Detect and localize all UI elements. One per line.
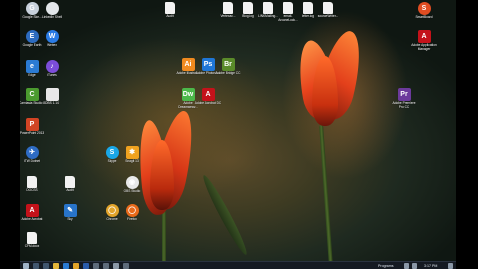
desktop-icon-label: ITW Dotnet <box>23 159 41 163</box>
acrobat-icon: A <box>25 204 39 217</box>
desktop-icon-blank-doc[interactable]: DOCSS <box>20 176 44 193</box>
acrobat-pro-icon: A <box>201 88 215 101</box>
desktop-icon-label: SmartBoard <box>415 15 433 19</box>
desktop-icon-label: PowerPoint 2013 <box>20 131 45 135</box>
blank-doc-icon <box>27 176 37 188</box>
chrome-taskbar-icon[interactable] <box>73 263 79 269</box>
edge-taskbar-icon[interactable] <box>63 263 69 269</box>
desktop-icon-label: Audit <box>66 188 74 192</box>
itwork-icon: ✈ <box>25 146 39 159</box>
desktop-icon-itunes[interactable]: ♪ iTunes <box>40 60 64 78</box>
itunes-icon: ♪ <box>45 60 59 73</box>
network-icon[interactable] <box>404 263 409 269</box>
desktop-icon-acrobat-pro[interactable]: A Adobe Acrobat DC <box>194 88 222 106</box>
dreamweaver-icon: Dw <box>181 88 195 101</box>
desktop-icon-label: Sky <box>67 217 73 221</box>
desktop-icon-label: OBS Studio <box>123 189 141 193</box>
clock[interactable]: 3:17 PM <box>424 263 437 269</box>
doc2-icon <box>65 176 75 188</box>
top-file5-icon <box>283 2 293 14</box>
start-button[interactable] <box>23 263 29 269</box>
desktop-icon-label: Snagit 13 <box>125 159 139 163</box>
app3-taskbar-icon[interactable] <box>113 263 119 269</box>
desktop-icon-label: Adobe Acrobat DC <box>194 101 222 105</box>
desktop-icon-adobe-manager[interactable]: A Adobe Application Manager <box>411 30 437 51</box>
desktop-icon-smartboard[interactable]: S SmartBoard <box>412 2 436 20</box>
chrome-icon: ◯ <box>105 204 119 217</box>
screen-recording-frame: G Google Ske... LinkedIn Shell E Google Eart… <box>0 0 478 269</box>
desktop-icon-shortcut[interactable]: DBS 1.14 <box>40 88 64 106</box>
top-file2-icon <box>223 2 233 14</box>
desktop-icon-label: Webex <box>47 43 57 47</box>
illustrator-icon: Ai <box>181 58 195 71</box>
desktop-icon-paper-tool[interactable]: ✎ Sky <box>58 204 82 222</box>
notifications-icon[interactable] <box>448 263 453 269</box>
taskbar: Programs 3:17 PM <box>20 261 456 269</box>
app4-taskbar-icon[interactable] <box>123 263 129 269</box>
app2-taskbar-icon[interactable] <box>103 263 109 269</box>
desktop-wallpaper: G Google Ske... LinkedIn Shell E Google Eart… <box>20 0 456 261</box>
desktop-icon-label: Audit <box>166 14 174 18</box>
snagit-icon: ✱ <box>125 146 139 159</box>
adobe-manager-icon: A <box>417 30 431 43</box>
desktop-icon-label: Adobe Acrobat <box>21 217 43 221</box>
doc3-icon <box>27 232 37 244</box>
desktop-icon-doc2[interactable]: Audit <box>58 176 82 193</box>
desktop-icon-label: sourceWriter... <box>317 14 339 18</box>
firefox-icon: ◯ <box>125 204 139 217</box>
desktop-icon-label: Adobe Application Manager <box>411 43 437 51</box>
desktop-icon-doc3[interactable]: CFM.docx <box>20 232 44 249</box>
desktop-icon-label: DBS 1.14 <box>45 101 59 105</box>
skype-icon: S <box>105 146 119 159</box>
top-file4-icon <box>263 2 273 14</box>
tulip-left <box>132 107 212 261</box>
desktop-icon-label: iTunes <box>47 73 57 77</box>
camtasia-icon: C <box>25 88 39 101</box>
edge-icon: e <box>25 60 39 73</box>
paper-tool-icon: ✎ <box>63 204 77 217</box>
desktop-icon-label: Adobe Premiere Pro CC <box>392 101 416 109</box>
desktop-icon-itwork[interactable]: ✈ ITW Dotnet <box>20 146 44 164</box>
desktop-icon-label: Adobe Bridge CC <box>215 71 241 75</box>
pdf-shell-icon <box>45 2 59 15</box>
desktop-icon-acrobat[interactable]: A Adobe Acrobat <box>20 204 44 222</box>
top-file7-icon <box>323 2 333 14</box>
obs-icon: ◉ <box>125 176 139 189</box>
google-earth-icon: E <box>25 30 39 43</box>
premiere-icon: Pr <box>397 88 411 101</box>
google-sketchup-icon: G <box>25 2 39 15</box>
programs-toolbar[interactable]: Programs <box>378 263 394 269</box>
desktop-icon-label: Firefox <box>127 217 137 221</box>
desktop-icon-label: DOCSS <box>26 188 38 192</box>
volume-icon[interactable] <box>412 263 417 269</box>
desktop-icon-powerpoint[interactable]: P PowerPoint 2013 <box>20 118 44 136</box>
top-file1-icon <box>165 2 175 14</box>
desktop-icon-premiere[interactable]: Pr Adobe Premiere Pro CC <box>392 88 416 109</box>
photoshop-icon: Ps <box>201 58 215 71</box>
desktop-icon-top-file1[interactable]: Audit <box>158 2 182 19</box>
explorer-taskbar-icon[interactable] <box>53 263 59 269</box>
search-icon[interactable] <box>33 263 39 269</box>
word-taskbar-icon[interactable] <box>83 263 89 269</box>
top-file6-icon <box>303 2 313 14</box>
desktop-icon-obs[interactable]: ◉ OBS Studio <box>120 176 144 194</box>
powerpoint-icon: P <box>25 118 39 131</box>
shortcut-icon <box>45 88 59 101</box>
desktop-icon-pdf-shell[interactable]: LinkedIn Shell <box>40 2 64 20</box>
desktop-icon-unknown-app[interactable]: Br Adobe Bridge CC <box>216 58 240 76</box>
desktop-icon-firefox[interactable]: ◯ Firefox <box>120 204 144 222</box>
desktop-icon-snagit[interactable]: ✱ Snagit 13 <box>120 146 144 164</box>
smartboard-icon: S <box>417 2 431 15</box>
app-taskbar-icon[interactable] <box>93 263 99 269</box>
desktop-icon-webex[interactable]: W Webex <box>40 30 64 48</box>
task-view-icon[interactable] <box>43 263 49 269</box>
top-file3-icon <box>243 2 253 14</box>
unknown-app-icon: Br <box>221 58 235 71</box>
desktop-icon-label: LinkedIn Shell <box>41 15 63 19</box>
desktop-icon-top-file7[interactable]: sourceWriter... <box>316 2 340 19</box>
tulip-right <box>282 26 372 261</box>
webex-icon: W <box>45 30 59 43</box>
desktop-icon-label: CFM.docx <box>24 244 40 248</box>
